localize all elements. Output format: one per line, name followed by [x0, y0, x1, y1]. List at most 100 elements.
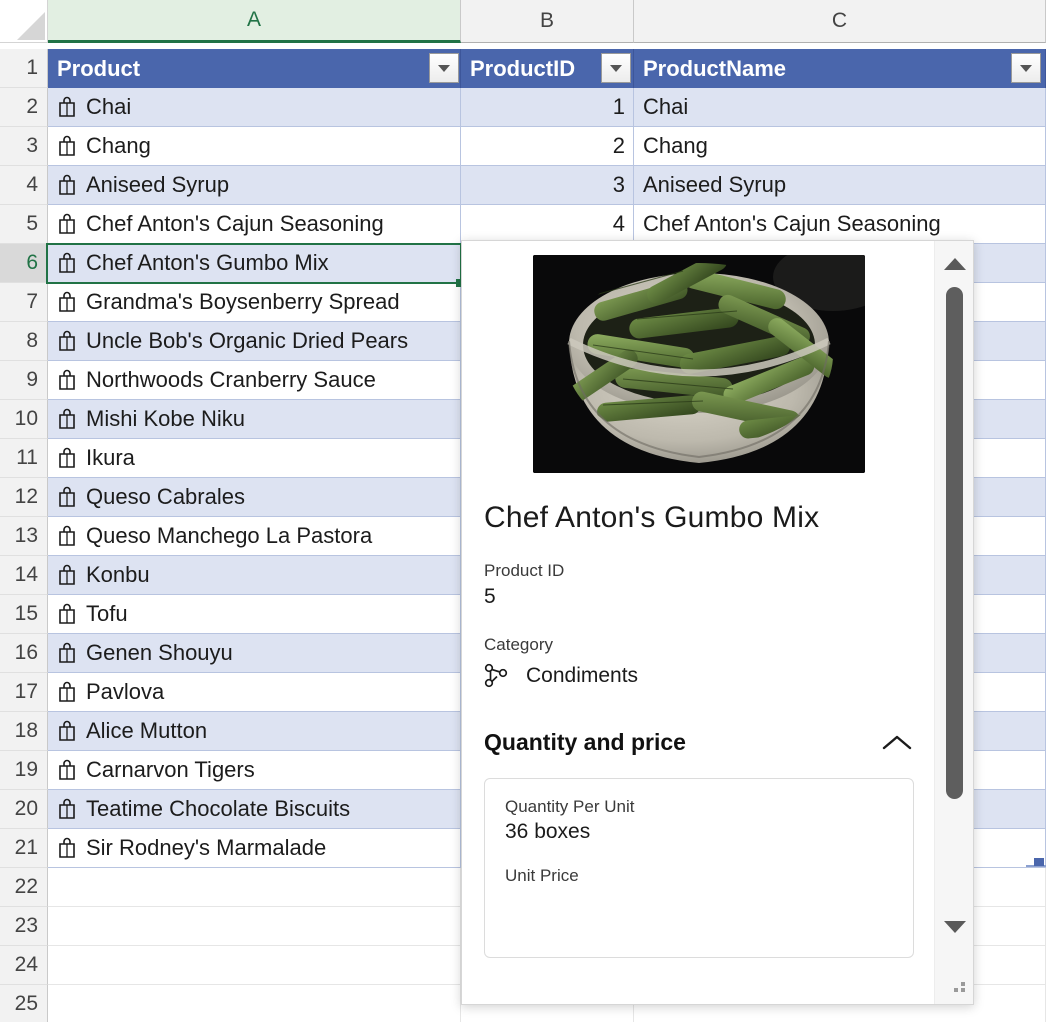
row-header-23[interactable]: 23: [0, 907, 48, 946]
filter-button-productname[interactable]: [1011, 53, 1041, 83]
row-header-19[interactable]: 19: [0, 751, 48, 790]
cell-a7-text: Grandma's Boysenberry Spread: [86, 289, 400, 314]
table-header-product-label: Product: [57, 55, 141, 81]
row-header-17[interactable]: 17: [0, 673, 48, 712]
row-header-1[interactable]: 1: [0, 49, 48, 88]
row-header-25[interactable]: 25: [0, 985, 48, 1022]
cell-a21-text: Sir Rodney's Marmalade: [86, 835, 327, 860]
cell-a4[interactable]: Aniseed Syrup: [48, 166, 461, 205]
section-quantity-and-price-header[interactable]: Quantity and price: [484, 729, 914, 756]
cell-a19-text: Carnarvon Tigers: [86, 757, 255, 782]
row-header-22[interactable]: 22: [0, 868, 48, 907]
cell-a7[interactable]: Grandma's Boysenberry Spread: [48, 283, 461, 322]
cell-a12-text: Queso Cabrales: [86, 484, 245, 509]
cell-a6-text: Chef Anton's Gumbo Mix: [86, 250, 329, 275]
cell-c2-text: Chai: [643, 94, 689, 119]
scrollbar-up-button[interactable]: [935, 245, 973, 283]
cell-a11[interactable]: Ikura: [48, 439, 461, 478]
cell-a9[interactable]: Northwoods Cranberry Sauce: [48, 361, 461, 400]
column-header-c[interactable]: C: [634, 0, 1046, 43]
cell-a10-text: Mishi Kobe Niku: [86, 406, 245, 431]
cell-a2-text: Chai: [86, 94, 132, 119]
cell-a2[interactable]: Chai: [48, 88, 461, 127]
cell-a5-text: Chef Anton's Cajun Seasoning: [86, 211, 384, 236]
row-header-15[interactable]: 15: [0, 595, 48, 634]
filter-button-product[interactable]: [429, 53, 459, 83]
cell-a13[interactable]: Queso Manchego La Pastora: [48, 517, 461, 556]
cell-a15[interactable]: Tofu: [48, 595, 461, 634]
cell-b2[interactable]: 1: [461, 88, 634, 127]
cell-a14-text: Konbu: [86, 562, 150, 587]
row-header-8[interactable]: 8: [0, 322, 48, 361]
cell-a14[interactable]: Konbu: [48, 556, 461, 595]
row-header-7[interactable]: 7: [0, 283, 48, 322]
cell-a8[interactable]: Uncle Bob's Organic Dried Pears: [48, 322, 461, 361]
okra-bowl-illustration: [533, 255, 865, 473]
row-header-13[interactable]: 13: [0, 517, 48, 556]
cell-a25[interactable]: [48, 985, 461, 1022]
data-card-popup[interactable]: Chef Anton's Gumbo Mix Product ID 5 Cate…: [461, 240, 974, 1005]
field-quantity-per-unit: Quantity Per Unit 36 boxes: [505, 797, 893, 844]
row-header-12[interactable]: 12: [0, 478, 48, 517]
scrollbar-down-button[interactable]: [935, 908, 973, 946]
filter-button-productid[interactable]: [601, 53, 631, 83]
row-header-9[interactable]: 9: [0, 361, 48, 400]
entity-bag-icon: [59, 369, 75, 390]
cell-a23[interactable]: [48, 907, 461, 946]
resize-grip-icon[interactable]: [951, 982, 965, 996]
cell-a5[interactable]: Chef Anton's Cajun Seasoning: [48, 205, 461, 244]
cell-b3[interactable]: 2: [461, 127, 634, 166]
column-header-b[interactable]: B: [461, 0, 634, 43]
cell-a10[interactable]: Mishi Kobe Niku: [48, 400, 461, 439]
entity-bag-icon: [59, 291, 75, 312]
cell-a19[interactable]: Carnarvon Tigers: [48, 751, 461, 790]
cell-a22[interactable]: [48, 868, 461, 907]
cell-a3[interactable]: Chang: [48, 127, 461, 166]
cell-a4-text: Aniseed Syrup: [86, 172, 230, 197]
cell-c2[interactable]: Chai: [634, 88, 1046, 127]
table-header-productname[interactable]: ProductName: [634, 49, 1046, 88]
card-scrollbar[interactable]: [934, 241, 973, 1004]
row-header-10[interactable]: 10: [0, 400, 48, 439]
row-header-24[interactable]: 24: [0, 946, 48, 985]
cell-b4-text: 3: [612, 172, 625, 197]
row-header-3[interactable]: 3: [0, 127, 48, 166]
row-header-20[interactable]: 20: [0, 790, 48, 829]
entity-bag-icon: [59, 213, 75, 234]
scrollbar-thumb[interactable]: [946, 287, 963, 799]
cell-a21[interactable]: Sir Rodney's Marmalade: [48, 829, 461, 868]
section-title: Quantity and price: [484, 729, 686, 755]
row-header-2[interactable]: 2: [0, 88, 48, 127]
field-category-entity[interactable]: Condiments: [484, 663, 914, 689]
table-header-product[interactable]: Product: [48, 49, 461, 88]
cell-a16[interactable]: Genen Shouyu: [48, 634, 461, 673]
cell-a20[interactable]: Teatime Chocolate Biscuits: [48, 790, 461, 829]
row-header-16[interactable]: 16: [0, 634, 48, 673]
entity-bag-icon: [59, 174, 75, 195]
entity-bag-icon: [59, 681, 75, 702]
row-header-4[interactable]: 4: [0, 166, 48, 205]
entity-bag-icon: [59, 720, 75, 741]
cell-a6[interactable]: Chef Anton's Gumbo Mix: [48, 244, 461, 283]
cell-a24[interactable]: [48, 946, 461, 985]
select-all-corner[interactable]: [0, 0, 48, 43]
cell-c5[interactable]: Chef Anton's Cajun Seasoning: [634, 205, 1046, 244]
row-header-21[interactable]: 21: [0, 829, 48, 868]
entity-bag-icon: [59, 447, 75, 468]
row-header-11[interactable]: 11: [0, 439, 48, 478]
scroll-up-arrow-icon: [943, 258, 966, 270]
row-header-14[interactable]: 14: [0, 556, 48, 595]
entity-bag-icon: [59, 837, 75, 858]
column-header-a[interactable]: A: [48, 0, 461, 43]
cell-b5[interactable]: 4: [461, 205, 634, 244]
cell-a17[interactable]: Pavlova: [48, 673, 461, 712]
cell-a18[interactable]: Alice Mutton: [48, 712, 461, 751]
cell-c3[interactable]: Chang: [634, 127, 1046, 166]
cell-b4[interactable]: 3: [461, 166, 634, 205]
cell-c4[interactable]: Aniseed Syrup: [634, 166, 1046, 205]
row-header-18[interactable]: 18: [0, 712, 48, 751]
chevron-up-icon[interactable]: [880, 732, 914, 754]
row-header-5[interactable]: 5: [0, 205, 48, 244]
row-header-6[interactable]: 6: [0, 244, 48, 283]
cell-a12[interactable]: Queso Cabrales: [48, 478, 461, 517]
